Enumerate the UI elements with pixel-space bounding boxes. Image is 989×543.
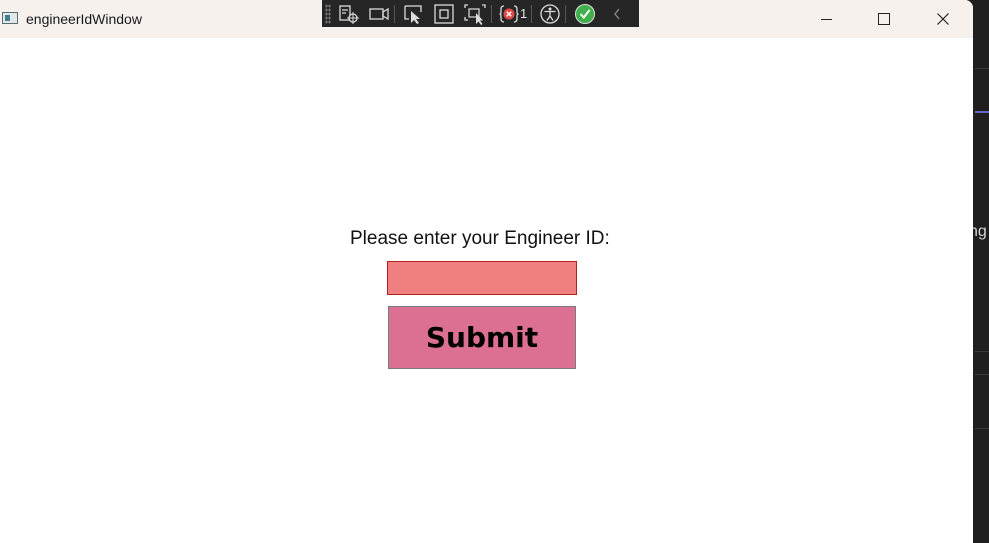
camera-button[interactable] — [368, 0, 390, 27]
accessibility-icon — [540, 3, 560, 24]
engineer-id-prompt: Please enter your Engineer ID: — [350, 228, 610, 249]
binding-failures-button[interactable]: 1 — [499, 0, 527, 27]
background-divider — [975, 68, 989, 69]
xaml-debug-toolbar: 1 — [322, 0, 639, 27]
minimize-button[interactable] — [797, 0, 855, 38]
collapse-toolbar-button[interactable] — [612, 0, 622, 27]
toolbar-separator — [394, 4, 395, 23]
close-icon — [937, 13, 949, 25]
collapse-chevron-icon — [614, 8, 620, 19]
display-layout-adorners-icon — [434, 3, 454, 24]
engineer-id-input[interactable] — [387, 261, 577, 295]
accessibility-button[interactable] — [539, 0, 561, 27]
toolbar-separator — [565, 4, 567, 23]
live-visual-tree-icon — [339, 4, 359, 24]
track-focus-icon — [464, 3, 486, 25]
background-app-edge — [973, 0, 989, 543]
toolbar-separator — [531, 4, 533, 23]
window-title: engineerIdWindow — [26, 11, 142, 27]
toolbar-separator — [491, 4, 492, 23]
close-button[interactable] — [914, 0, 972, 38]
background-divider — [975, 374, 989, 375]
select-element-icon — [404, 4, 422, 24]
minimize-icon — [820, 18, 832, 20]
maximize-icon — [878, 13, 890, 25]
live-visual-tree-button[interactable] — [338, 0, 360, 27]
drag-grip-icon[interactable] — [325, 3, 331, 24]
background-accent-line — [975, 111, 989, 113]
track-focus-button[interactable] — [463, 0, 487, 27]
display-layout-adorners-button[interactable] — [433, 0, 455, 27]
camera-icon — [369, 7, 389, 20]
background-divider — [975, 351, 989, 352]
binding-failures-icon — [499, 4, 519, 23]
app-window: engineerIdWindow 1 Please enter your Eng… — [0, 0, 973, 543]
maximize-button[interactable] — [855, 0, 913, 38]
background-divider — [975, 428, 989, 429]
hot-reload-status-button[interactable] — [574, 0, 596, 27]
binding-failures-count: 1 — [520, 6, 528, 21]
hot-reload-check-icon — [575, 3, 596, 24]
select-element-button[interactable] — [403, 0, 425, 27]
app-icon — [2, 12, 18, 24]
submit-button[interactable]: Submit — [388, 306, 576, 369]
